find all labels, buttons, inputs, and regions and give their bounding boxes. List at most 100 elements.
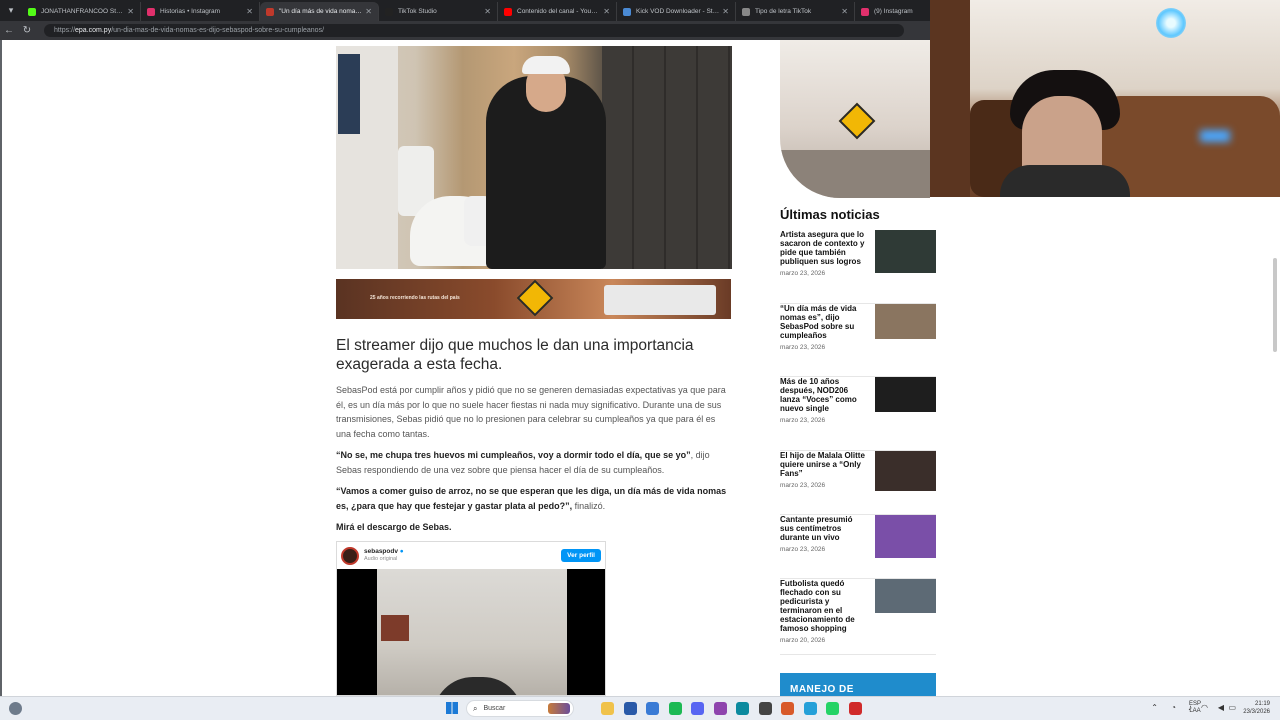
news-title[interactable]: Artista asegura que lo sacaron de contex… bbox=[780, 230, 868, 266]
scrollbar-thumb[interactable] bbox=[1273, 258, 1277, 352]
tab-favicon-icon bbox=[861, 7, 869, 16]
app-icon-3[interactable] bbox=[646, 702, 659, 715]
quote-text: “No se, me chupa tres huevos mi cumpleañ… bbox=[336, 450, 691, 460]
avatar[interactable] bbox=[341, 546, 359, 565]
clock-date: 23/3/2026 bbox=[1243, 708, 1270, 715]
news-date: marzo 23, 2026 bbox=[780, 482, 826, 489]
network-icon[interactable]: ◔ bbox=[1171, 703, 1176, 712]
search-highlight-icon bbox=[548, 703, 570, 714]
clock-time: 21:19 bbox=[1254, 701, 1270, 707]
url-input[interactable]: https://epa.com.py/un-dia-mas-de-vida-no… bbox=[44, 24, 904, 37]
app-icon-12[interactable] bbox=[848, 702, 862, 715]
reload-icon[interactable]: ↻ bbox=[18, 25, 36, 36]
url-path: /un-dia-mas-de-vida-nomas-es-dijo-sebasp… bbox=[111, 27, 325, 34]
tab-label: "Un día más de vida nomas es", dij... bbox=[279, 8, 362, 15]
news-date: marzo 23, 2026 bbox=[780, 417, 826, 424]
close-icon[interactable]: ✕ bbox=[722, 7, 729, 16]
tab-label: Tipo de letra TikTok bbox=[755, 8, 812, 15]
news-thumbnail[interactable] bbox=[875, 377, 936, 412]
tab-label: Contenido del canal - YouTube St... bbox=[517, 8, 600, 15]
news-title[interactable]: El hijo de Malala Olitte quiere unirse a… bbox=[780, 451, 868, 478]
article-hero-image bbox=[336, 46, 732, 269]
close-icon[interactable]: ✕ bbox=[246, 7, 253, 16]
news-title[interactable]: “Un día más de vida nomas es”, dijo Seba… bbox=[780, 304, 868, 340]
browser-tab[interactable]: "Un día más de vida nomas es", dij...✕ bbox=[260, 2, 379, 21]
news-item[interactable]: Futbolista quedó flechado con su pedicur… bbox=[780, 579, 936, 655]
news-thumbnail[interactable] bbox=[875, 579, 936, 613]
app-icon-8[interactable] bbox=[758, 702, 772, 715]
close-icon[interactable]: ✕ bbox=[365, 7, 372, 16]
news-item[interactable]: Más de 10 años después, NOD206 lanza “Vo… bbox=[780, 377, 936, 451]
news-date: marzo 23, 2026 bbox=[780, 546, 826, 553]
news-date: marzo 23, 2026 bbox=[780, 270, 826, 277]
tab-favicon-icon bbox=[266, 7, 274, 16]
news-item[interactable]: El hijo de Malala Olitte quiere unirse a… bbox=[780, 451, 936, 515]
tab-label: TikTok Studio bbox=[398, 8, 437, 15]
close-icon[interactable]: ✕ bbox=[484, 7, 491, 16]
start-icon[interactable] bbox=[446, 702, 458, 714]
sidebar-ad[interactable] bbox=[780, 40, 930, 198]
whatsapp-icon[interactable] bbox=[826, 702, 839, 715]
tab-favicon-icon bbox=[385, 7, 393, 16]
browser-tab[interactable]: Historias • Instagram ✕ bbox=[141, 2, 260, 21]
app-icon-2[interactable] bbox=[623, 702, 637, 715]
latest-news-heading: Últimas noticias bbox=[780, 207, 880, 222]
instagram-embed: sebaspodv ● Audio original Ver perfil bbox=[336, 541, 606, 696]
volume-icon[interactable]: ◀ bbox=[1218, 703, 1224, 712]
news-item[interactable]: “Un día más de vida nomas es”, dijo Seba… bbox=[780, 304, 936, 377]
language-indicator-label[interactable]: ESP LAA bbox=[1189, 701, 1201, 715]
sidebar-bottom-ad[interactable]: MANEJO DE bbox=[780, 673, 936, 696]
news-thumbnail[interactable] bbox=[875, 230, 936, 273]
app-icon-9[interactable] bbox=[781, 702, 794, 715]
clock[interactable]: 21:19 23/3/2026 bbox=[1243, 701, 1270, 716]
news-title[interactable]: Futbolista quedó flechado con su pedicur… bbox=[780, 579, 868, 633]
tab-favicon-icon bbox=[28, 7, 36, 16]
browser-tab[interactable]: JONATHANFRANCOO Stream - Wi...✕ bbox=[22, 2, 141, 21]
news-thumbnail[interactable] bbox=[875, 304, 936, 339]
news-title[interactable]: Más de 10 años después, NOD206 lanza “Vo… bbox=[780, 377, 868, 413]
article-paragraph: “Vamos a comer guiso de arroz, no se que… bbox=[336, 484, 730, 513]
tab-favicon-icon bbox=[742, 7, 750, 16]
tab-favicon-icon bbox=[623, 7, 631, 16]
webcam-overlay bbox=[930, 0, 1280, 197]
close-icon[interactable]: ✕ bbox=[603, 7, 610, 16]
taskbar: ⌕ Buscar ⌃ ◔ ♪ ◠ ESP LAA ◀ ▭ 21:19 23/3/… bbox=[0, 696, 1280, 720]
close-icon[interactable]: ✕ bbox=[127, 7, 134, 16]
back-icon[interactable]: ← bbox=[0, 25, 18, 36]
file-explorer-icon[interactable] bbox=[601, 702, 614, 715]
article-subtitle: El streamer dijo que muchos le dan una i… bbox=[336, 337, 694, 373]
embed-video[interactable] bbox=[337, 569, 605, 695]
browser-tab[interactable]: TikTok Studio ✕ bbox=[379, 2, 498, 21]
ad-banner[interactable]: 25 años recorriendo las rutas del país bbox=[336, 279, 731, 319]
browser-tab[interactable]: Tipo de letra TikTok ✕ bbox=[736, 2, 855, 21]
spotify-icon[interactable] bbox=[668, 702, 682, 715]
news-date: marzo 20, 2026 bbox=[780, 637, 826, 644]
article-paragraph: “No se, me chupa tres huevos mi cumpleañ… bbox=[336, 448, 730, 477]
news-thumbnail[interactable] bbox=[875, 515, 936, 558]
tab-search-icon[interactable]: ▾ bbox=[0, 0, 22, 21]
battery-icon[interactable]: ▭ bbox=[1228, 703, 1236, 712]
wifi-icon[interactable]: ◠ bbox=[1201, 703, 1208, 712]
tab-label: Kick VOD Downloader - Stream... bbox=[636, 8, 719, 15]
lang-top: ESP bbox=[1188, 701, 1201, 707]
search-icon: ⌕ bbox=[473, 703, 478, 713]
news-item[interactable]: Cantante presumió sus centímetros durant… bbox=[780, 515, 936, 579]
embed-username[interactable]: sebaspodv ● bbox=[364, 548, 404, 556]
widgets-icon[interactable] bbox=[9, 702, 22, 715]
article-paragraph: SebasPod está por cumplir años y pidió q… bbox=[336, 385, 726, 439]
app-icon-6[interactable] bbox=[713, 702, 727, 715]
news-item[interactable]: Artista asegura que lo sacaron de contex… bbox=[780, 230, 936, 304]
paragraph-text: finalizó. bbox=[572, 500, 606, 511]
browser-tab[interactable]: Contenido del canal - YouTube St...✕ bbox=[498, 2, 617, 21]
discord-icon[interactable] bbox=[691, 702, 704, 715]
browser-tab[interactable]: Kick VOD Downloader - Stream...✕ bbox=[617, 2, 736, 21]
ad-banner-text: 25 años recorriendo las rutas del país bbox=[370, 295, 460, 301]
news-thumbnail[interactable] bbox=[875, 451, 936, 491]
app-icon-10[interactable] bbox=[803, 702, 817, 715]
news-title[interactable]: Cantante presumió sus centímetros durant… bbox=[780, 515, 868, 542]
chevron-up-icon[interactable]: ⌃ bbox=[1151, 703, 1158, 712]
view-profile-button[interactable]: Ver perfil bbox=[561, 549, 601, 562]
taskbar-search[interactable]: ⌕ Buscar bbox=[466, 700, 574, 717]
edge-icon[interactable] bbox=[736, 702, 749, 715]
close-icon[interactable]: ✕ bbox=[841, 7, 848, 16]
